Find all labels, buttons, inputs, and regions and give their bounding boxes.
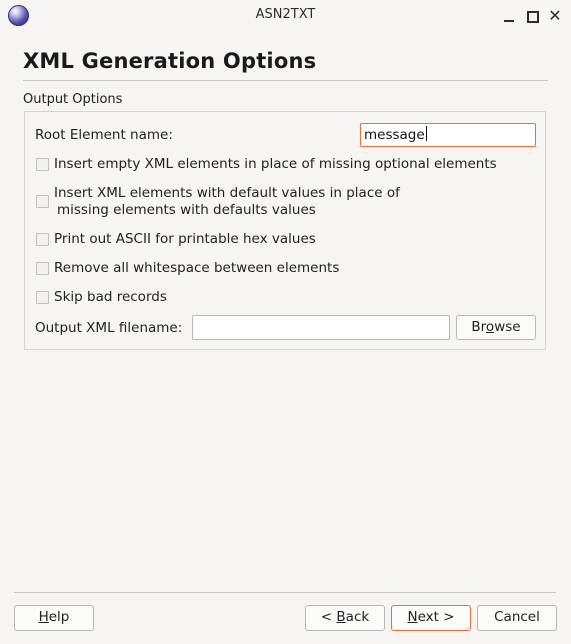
checkbox-insert-empty-label[interactable]: Insert empty XML elements in place of mi… xyxy=(54,156,497,173)
checkbox-skip-bad-records-label[interactable]: Skip bad records xyxy=(54,289,167,306)
checkbox-remove-whitespace-label[interactable]: Remove all whitespace between elements xyxy=(54,260,339,277)
title-divider xyxy=(23,80,548,81)
page-title: XML Generation Options xyxy=(23,49,317,73)
next-button[interactable]: Next > xyxy=(391,605,471,631)
checkbox-print-ascii[interactable] xyxy=(36,233,49,246)
checkbox-insert-empty[interactable] xyxy=(36,158,49,171)
checkbox-print-ascii-label[interactable]: Print out ASCII for printable hex values xyxy=(54,231,316,248)
root-element-value: message xyxy=(364,127,425,143)
cancel-button[interactable]: Cancel xyxy=(477,605,557,631)
close-icon[interactable]: ✕ xyxy=(545,6,565,26)
output-filename-label: Output XML filename: xyxy=(35,320,183,336)
window-title: ASN2TXT xyxy=(255,7,316,22)
group-label: Output Options xyxy=(23,92,123,107)
output-filename-input[interactable] xyxy=(192,315,450,340)
checkbox-insert-defaults-label[interactable]: Insert XML elements with default values … xyxy=(54,185,400,219)
root-element-label: Root Element name: xyxy=(35,127,173,143)
checkbox-skip-bad-records[interactable] xyxy=(36,291,49,304)
text-caret xyxy=(425,126,427,141)
minimize-icon[interactable] xyxy=(499,6,519,26)
title-bar: ASN2TXT ✕ xyxy=(0,0,571,32)
root-element-input[interactable]: message xyxy=(360,123,536,147)
checkbox-insert-defaults[interactable] xyxy=(36,195,49,208)
help-button[interactable]: Help xyxy=(14,605,94,631)
checkbox-remove-whitespace[interactable] xyxy=(36,262,49,275)
footer-divider xyxy=(14,592,556,593)
browse-button[interactable]: Browse xyxy=(456,315,536,340)
maximize-icon[interactable] xyxy=(522,6,542,26)
back-button[interactable]: < Back xyxy=(305,605,385,631)
